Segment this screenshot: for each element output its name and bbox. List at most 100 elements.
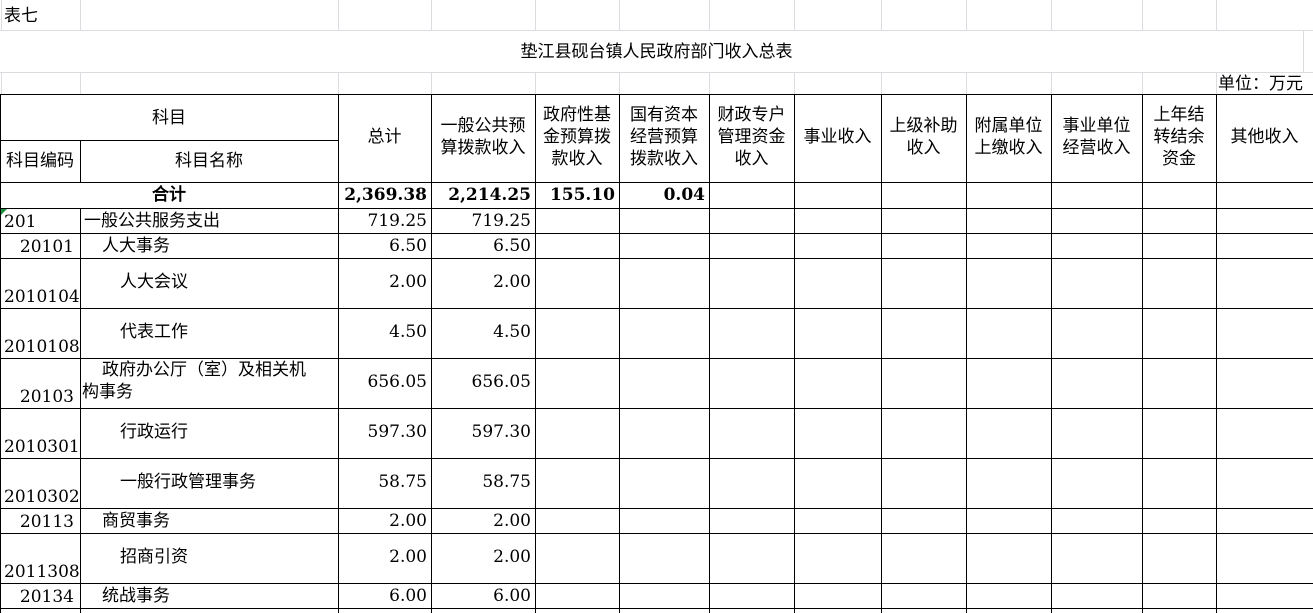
row-general: 719.25 xyxy=(471,211,531,231)
row-name: 构事务 xyxy=(82,382,133,402)
border xyxy=(0,233,1313,234)
header-col-10: 转结余 xyxy=(1153,127,1205,147)
border xyxy=(535,94,536,613)
row-general: 6.50 xyxy=(493,236,531,256)
cell-marker xyxy=(1,209,7,215)
gridline xyxy=(535,0,536,30)
border xyxy=(0,308,1313,309)
gridline xyxy=(0,72,1313,73)
row-code: 2010104 xyxy=(4,287,80,307)
border xyxy=(431,94,432,613)
gridline xyxy=(1216,0,1217,30)
gridline xyxy=(80,0,81,30)
border xyxy=(0,94,1,613)
border xyxy=(1216,94,1217,613)
border xyxy=(0,608,1313,609)
header-col-2: 算拨款收入 xyxy=(440,138,526,158)
gridline xyxy=(966,0,967,30)
header-col-1: 总计 xyxy=(367,127,402,147)
border xyxy=(0,94,1313,95)
row-total: 2.00 xyxy=(389,547,427,567)
row-general: 6.00 xyxy=(493,586,531,606)
row-general: 656.05 xyxy=(471,372,531,392)
gridline xyxy=(709,0,710,30)
row-code: 20134 xyxy=(19,587,74,607)
header-code: 科目编码 xyxy=(6,151,74,171)
border xyxy=(966,94,967,613)
row-total: 656.05 xyxy=(367,372,427,392)
unit-label: 单位：万元 xyxy=(1218,74,1303,94)
gridline xyxy=(535,72,536,94)
gridline xyxy=(881,0,882,30)
gridline xyxy=(1,72,2,94)
header-col-5: 收入 xyxy=(734,149,769,169)
row-name: 商贸事务 xyxy=(102,511,170,531)
gridline xyxy=(1142,0,1143,30)
border xyxy=(0,208,1313,209)
row-code: 201 xyxy=(4,212,37,232)
row-total: 2.00 xyxy=(389,511,427,531)
row-name: 一般行政管理事务 xyxy=(120,472,256,492)
gridline xyxy=(1,0,2,30)
gridline xyxy=(80,72,81,94)
border xyxy=(0,583,1313,584)
row-name: 招商引资 xyxy=(120,547,188,567)
row-general: 2.00 xyxy=(493,511,531,531)
row-code: 2010108 xyxy=(4,337,80,357)
row-name: 政府办公厅（室）及相关机 xyxy=(102,360,306,380)
border xyxy=(1051,94,1052,613)
border xyxy=(0,182,1313,183)
row-general: 2.00 xyxy=(493,272,531,292)
gridline xyxy=(0,30,1313,31)
row-total: 58.75 xyxy=(378,472,427,492)
header-col-6: 事业收入 xyxy=(803,127,872,147)
total-label: 合计 xyxy=(152,185,186,205)
border xyxy=(0,258,1313,259)
header-col-4: 拨款收入 xyxy=(630,149,698,169)
total-value: 2,214.25 xyxy=(448,185,531,205)
gridline xyxy=(338,0,339,30)
row-name: 统战事务 xyxy=(102,586,170,606)
row-total: 2.00 xyxy=(389,272,427,292)
border xyxy=(80,208,81,613)
gridline xyxy=(431,72,432,94)
gridline xyxy=(431,0,432,30)
header-col-4: 国有资本 xyxy=(630,105,698,125)
border xyxy=(0,533,1313,534)
header-col-4: 经营预算 xyxy=(630,127,698,147)
row-name: 行政运行 xyxy=(120,422,188,442)
header-name: 科目名称 xyxy=(175,151,243,171)
row-code: 20101 xyxy=(19,237,74,257)
header-col-9: 经营收入 xyxy=(1062,138,1131,158)
header-col-5: 财政专户 xyxy=(717,105,786,125)
border xyxy=(0,508,1313,509)
header-col-3: 金预算拨 xyxy=(543,127,611,147)
row-total: 4.50 xyxy=(389,322,427,342)
total-value: 155.10 xyxy=(549,185,615,205)
gridline xyxy=(619,72,620,94)
row-general: 2.00 xyxy=(493,547,531,567)
header-col-9: 事业单位 xyxy=(1062,116,1131,136)
page-title: 垫江县砚台镇人民政府部门收入总表 xyxy=(520,42,793,62)
row-name: 人大事务 xyxy=(102,236,170,256)
header-col-2: 一般公共预 xyxy=(440,116,526,136)
gridline xyxy=(1216,72,1217,94)
row-general: 4.50 xyxy=(493,322,531,342)
row-name: 人大会议 xyxy=(120,272,188,292)
row-code: 2010302 xyxy=(4,487,80,507)
border xyxy=(881,94,882,613)
header-col-8: 上缴收入 xyxy=(974,138,1043,158)
row-total: 6.00 xyxy=(389,586,427,606)
header-col-8: 附属单位 xyxy=(974,116,1043,136)
border xyxy=(619,94,620,613)
gridline xyxy=(881,72,882,94)
border xyxy=(709,94,710,613)
row-total: 6.50 xyxy=(389,236,427,256)
gridline xyxy=(794,0,795,30)
row-name: 代表工作 xyxy=(120,322,188,342)
table-label: 表七 xyxy=(4,6,38,26)
header-col-5: 管理资金 xyxy=(717,127,786,147)
header-col-7: 上级补助 xyxy=(889,116,958,136)
row-name: 一般公共服务支出 xyxy=(84,211,220,231)
header-col-3: 政府性基 xyxy=(543,105,611,125)
